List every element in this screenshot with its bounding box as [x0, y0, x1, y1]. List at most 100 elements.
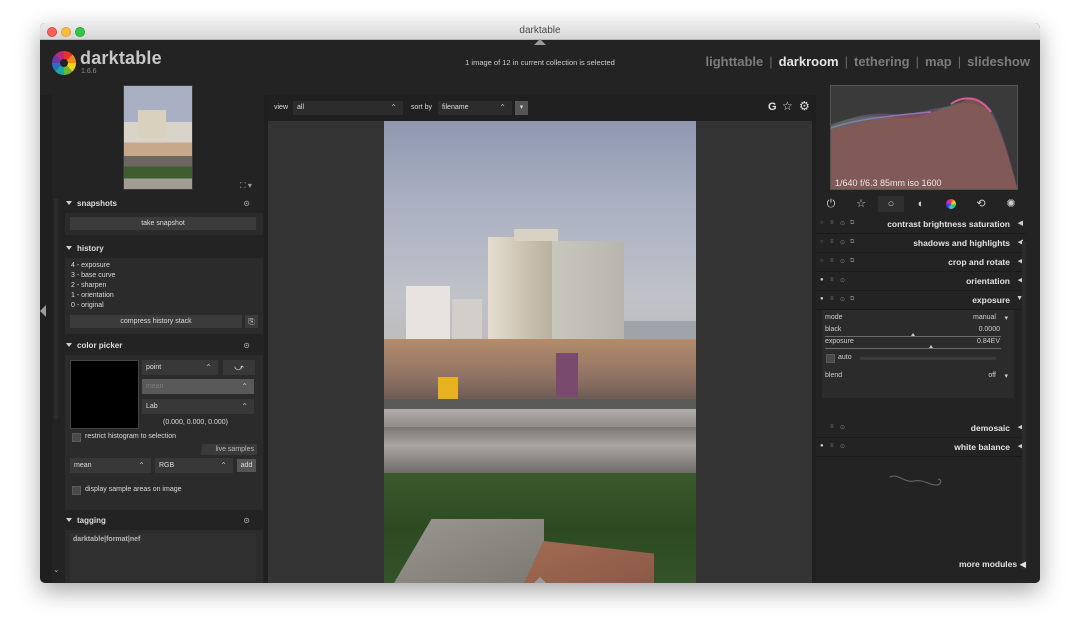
take-snapshot-button[interactable]: take snapshot [70, 217, 256, 230]
view-map[interactable]: map [925, 54, 952, 69]
sort-select[interactable]: filename ⌃ [438, 101, 512, 115]
module-power-icon[interactable]: ○ [820, 239, 824, 245]
reset-icon[interactable]: ⊙ [243, 516, 250, 525]
color-picker-header[interactable]: color picker ⊙ [64, 341, 264, 355]
module-reset-icon[interactable]: ⊙ [840, 239, 845, 246]
module-presets-icon[interactable]: ≡ [830, 443, 834, 449]
module-power-icon[interactable]: ● [820, 296, 824, 302]
exposure-mode-value[interactable]: manual [973, 314, 996, 321]
black-slider-knob[interactable] [911, 333, 915, 336]
blend-value[interactable]: off [988, 372, 996, 379]
tone-group-icon[interactable]: ◐ [908, 196, 934, 212]
color-group-icon[interactable] [938, 196, 964, 212]
grouping-toggle[interactable]: G [768, 101, 777, 113]
view-lighttable[interactable]: lighttable [705, 54, 763, 69]
display-samples-checkbox[interactable] [72, 486, 81, 495]
module-contrast-brightness-saturation[interactable]: ○ ≡ ⊙ ⧉ contrast brightness saturation ◀ [816, 215, 1026, 234]
scroll-down-chevron-icon[interactable]: ⌄ [53, 565, 60, 574]
view-tethering[interactable]: tethering [854, 54, 910, 69]
more-modules-button[interactable]: more modules ◀ [959, 559, 1026, 570]
left-panel-scrollbar[interactable] [54, 199, 58, 419]
module-presets-icon[interactable]: ≡ [830, 277, 834, 283]
module-instance-icon[interactable]: ⧉ [850, 296, 854, 303]
picker-colorspace-select[interactable]: Lab ⌃ [142, 399, 254, 414]
auto-percentile-slider[interactable] [860, 357, 996, 360]
blend-dropdown-icon[interactable]: ▾ [1004, 372, 1008, 380]
collapse-left-panel-arrow-icon[interactable] [40, 305, 46, 317]
history-item[interactable]: 4 - exposure [71, 262, 110, 269]
exposure-slider[interactable] [825, 348, 1001, 349]
module-power-icon[interactable]: ○ [820, 220, 824, 226]
view-filter-select[interactable]: all ⌃ [293, 101, 403, 115]
image-canvas[interactable] [268, 121, 812, 583]
module-reset-icon[interactable]: ⊙ [840, 443, 845, 450]
star-overlays-icon[interactable]: ☆ [782, 99, 793, 113]
picker-statistic-select[interactable]: mean ⌃ [142, 379, 254, 394]
photo-mall [384, 339, 696, 399]
eyedropper-icon[interactable]: ⤻ [223, 360, 255, 375]
module-instance-icon[interactable]: ⧉ [850, 220, 854, 227]
module-white-balance[interactable]: ● ≡ ⊙ white balance ◀ [816, 438, 1026, 457]
zoom-fit-icon[interactable]: ⛶ ▾ [240, 181, 252, 191]
module-presets-icon[interactable]: ≡ [830, 424, 834, 430]
mode-dropdown-icon[interactable]: ▾ [1004, 314, 1008, 322]
reset-icon[interactable]: ⊙ [243, 199, 250, 208]
module-name: shadows and highlights [913, 238, 1010, 248]
sample-colorspace-select[interactable]: RGB ⌃ [155, 458, 233, 473]
picker-mode-select[interactable]: point ⌃ [142, 360, 218, 375]
module-power-icon[interactable]: ○ [820, 258, 824, 264]
history-item[interactable]: 0 - original [71, 302, 104, 309]
exposure-slider-knob[interactable] [928, 345, 933, 348]
restrict-histogram-checkbox[interactable] [72, 433, 81, 442]
module-crop-and-rotate[interactable]: ○ ≡ ⊙ ⧉ crop and rotate ◀ [816, 253, 1026, 272]
module-demosaic[interactable]: ≡ ⊙ demosaic ◀ [816, 419, 1026, 438]
app-window: darktable darktable 1.6.6 1 image of 12 … [40, 23, 1040, 583]
navigation-thumbnail[interactable] [123, 85, 193, 190]
attached-tags-list[interactable]: darktable|format|nef [70, 533, 256, 581]
history-header[interactable]: history [64, 244, 264, 258]
module-reset-icon[interactable]: ⊙ [840, 277, 845, 284]
module-shadows-and-highlights[interactable]: ○ ≡ ⊙ ⧉ shadows and highlights ◀ [816, 234, 1026, 253]
basic-group-icon[interactable]: ○ [878, 196, 904, 212]
module-presets-icon[interactable]: ≡ [830, 220, 834, 226]
module-instance-icon[interactable]: ⧉ [850, 239, 854, 246]
collapse-top-panel-arrow-icon[interactable] [534, 39, 546, 45]
correct-group-icon[interactable]: ⟲ [968, 196, 994, 212]
tagging-header[interactable]: tagging ⊙ [64, 516, 264, 530]
sample-statistic-select[interactable]: mean ⌃ [70, 458, 151, 473]
reset-icon[interactable]: ⊙ [243, 341, 250, 350]
module-exposure[interactable]: ● ≡ ⊙ ⧉ exposure ▼ [816, 291, 1026, 310]
edited-photo[interactable] [384, 121, 696, 583]
effect-group-icon[interactable]: ✺ [998, 196, 1024, 212]
module-reset-icon[interactable]: ⊙ [840, 220, 845, 227]
history-item[interactable]: 3 - base curve [71, 272, 115, 279]
favorites-group-icon[interactable]: ☆ [848, 196, 874, 212]
module-instance-icon[interactable]: ⧉ [850, 258, 854, 265]
collapse-bottom-panel-arrow-icon[interactable] [534, 577, 546, 583]
history-item[interactable]: 1 - orientation [71, 292, 114, 299]
view-slideshow[interactable]: slideshow [967, 54, 1030, 69]
module-orientation[interactable]: ● ≡ ⊙ orientation ◀ [816, 272, 1026, 291]
snapshots-header[interactable]: snapshots ⊙ [64, 199, 264, 213]
module-reset-icon[interactable]: ⊙ [840, 424, 845, 431]
module-power-icon[interactable]: ● [820, 277, 824, 283]
right-panel-scrollbar[interactable] [1022, 241, 1026, 569]
module-presets-icon[interactable]: ≡ [830, 239, 834, 245]
module-reset-icon[interactable]: ⊙ [840, 296, 845, 303]
view-darkroom[interactable]: darkroom [779, 54, 839, 69]
create-style-icon[interactable]: ⎘ [245, 315, 258, 328]
compress-history-button[interactable]: compress history stack [70, 315, 242, 328]
histogram[interactable]: 1/640 f/6.3 85mm iso 1600 [830, 85, 1018, 190]
module-reset-icon[interactable]: ⊙ [840, 258, 845, 265]
module-presets-icon[interactable]: ≡ [830, 258, 834, 264]
history-item[interactable]: 2 - sharpen [71, 282, 106, 289]
power-group-icon[interactable]: ⏻ [818, 196, 844, 212]
black-slider[interactable] [825, 336, 1001, 337]
add-sample-button[interactable]: add [237, 459, 256, 472]
auto-checkbox[interactable] [826, 354, 835, 363]
module-power-icon[interactable]: ● [820, 443, 824, 449]
photo-tower [488, 237, 552, 349]
module-presets-icon[interactable]: ≡ [830, 296, 834, 302]
preferences-gear-icon[interactable]: ⚙ [799, 99, 810, 113]
sort-order-toggle-icon[interactable]: ▾ [515, 101, 528, 115]
